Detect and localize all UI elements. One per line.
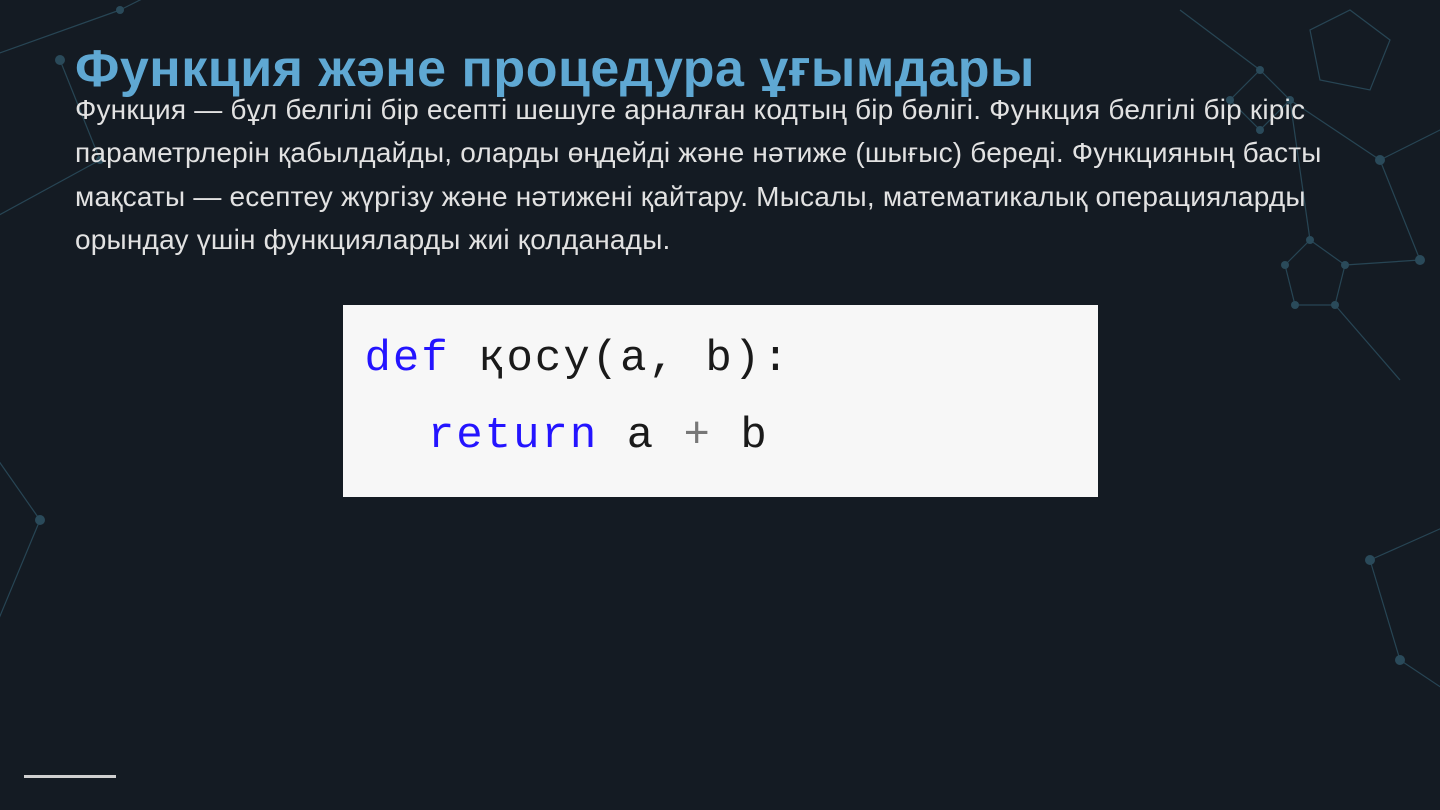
open-paren: (: [592, 334, 620, 384]
comma: ,: [649, 334, 677, 384]
param-b: b: [705, 334, 733, 384]
close-paren: ): [734, 334, 762, 384]
expr-b: b: [740, 411, 768, 461]
colon: :: [762, 334, 790, 384]
keyword-def: def: [365, 334, 450, 384]
slide-body-text: Функция — бұл белгілі бір есепті шешуге …: [75, 88, 1355, 262]
param-a: a: [620, 334, 648, 384]
slide-content: Функция және процедура ұғымдары Функция …: [0, 0, 1440, 497]
function-name: қосу: [478, 334, 592, 384]
keyword-return: return: [428, 411, 598, 461]
code-line-2: return a + b: [365, 398, 1076, 475]
expr-a: a: [627, 411, 655, 461]
code-example: def қосу(a, b): return a + b: [343, 305, 1098, 497]
footer-rule: [24, 775, 116, 778]
code-line-1: def қосу(a, b):: [365, 321, 1076, 398]
plus-operator: +: [684, 411, 712, 461]
